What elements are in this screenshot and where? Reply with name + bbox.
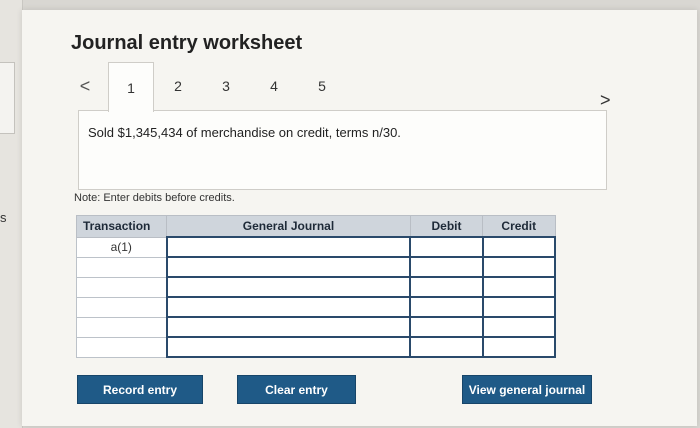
entry-note: Note: Enter debits before credits.	[74, 192, 235, 204]
table-row	[76, 256, 556, 278]
table-row	[76, 336, 556, 358]
account-input[interactable]	[165, 336, 412, 358]
header-debit: Debit	[409, 215, 484, 238]
table-row	[76, 296, 556, 318]
debit-input[interactable]	[409, 296, 484, 318]
left-panel-fragment	[0, 62, 15, 134]
credit-input[interactable]	[481, 316, 556, 338]
entry-tabs: < 1 2 3 4 5	[70, 62, 410, 112]
table-header-row: Transaction General Journal Debit Credit	[76, 215, 556, 238]
clear-entry-button[interactable]: Clear entry	[237, 375, 356, 404]
transaction-cell	[76, 296, 167, 318]
tab-4[interactable]: 4	[252, 62, 296, 110]
header-credit: Credit	[482, 215, 556, 238]
transaction-cell	[76, 316, 167, 338]
transaction-cell	[76, 336, 167, 358]
credit-input[interactable]	[481, 236, 556, 258]
journal-entry-table: Transaction General Journal Debit Credit…	[76, 215, 556, 358]
credit-input[interactable]	[481, 336, 556, 358]
tab-1[interactable]: 1	[108, 62, 154, 112]
account-input[interactable]	[165, 316, 412, 338]
tab-5[interactable]: 5	[300, 62, 344, 110]
transaction-cell	[76, 276, 167, 298]
transaction-description: Sold $1,345,434 of merchandise on credit…	[88, 125, 401, 140]
record-entry-button[interactable]: Record entry	[77, 375, 203, 404]
tab-2[interactable]: 2	[156, 62, 200, 110]
left-window-edge: s	[0, 0, 23, 428]
credit-input[interactable]	[481, 296, 556, 318]
table-row: a(1)	[76, 236, 556, 258]
table-row	[76, 276, 556, 298]
table-row	[76, 316, 556, 338]
edge-text-fragment: s	[0, 210, 7, 225]
view-general-journal-button[interactable]: View general journal	[462, 375, 592, 404]
header-transaction: Transaction	[76, 215, 167, 238]
transaction-cell: a(1)	[76, 236, 167, 258]
chevron-right-icon[interactable]: >	[600, 90, 611, 111]
debit-input[interactable]	[409, 336, 484, 358]
transaction-cell	[76, 256, 167, 278]
account-input[interactable]	[165, 276, 412, 298]
account-input[interactable]	[165, 256, 412, 278]
credit-input[interactable]	[481, 276, 556, 298]
account-input[interactable]	[165, 236, 412, 258]
debit-input[interactable]	[409, 316, 484, 338]
page-title: Journal entry worksheet	[71, 32, 303, 54]
chevron-left-icon[interactable]: <	[70, 62, 100, 110]
credit-input[interactable]	[481, 256, 556, 278]
transaction-description-box: Sold $1,345,434 of merchandise on credit…	[78, 110, 607, 190]
tab-3[interactable]: 3	[204, 62, 248, 110]
debit-input[interactable]	[409, 276, 484, 298]
debit-input[interactable]	[409, 256, 484, 278]
worksheet-panel: Journal entry worksheet < 1 2 3 4 5 > So…	[22, 10, 697, 426]
account-input[interactable]	[165, 296, 412, 318]
header-general-journal: General Journal	[166, 215, 411, 238]
debit-input[interactable]	[409, 236, 484, 258]
